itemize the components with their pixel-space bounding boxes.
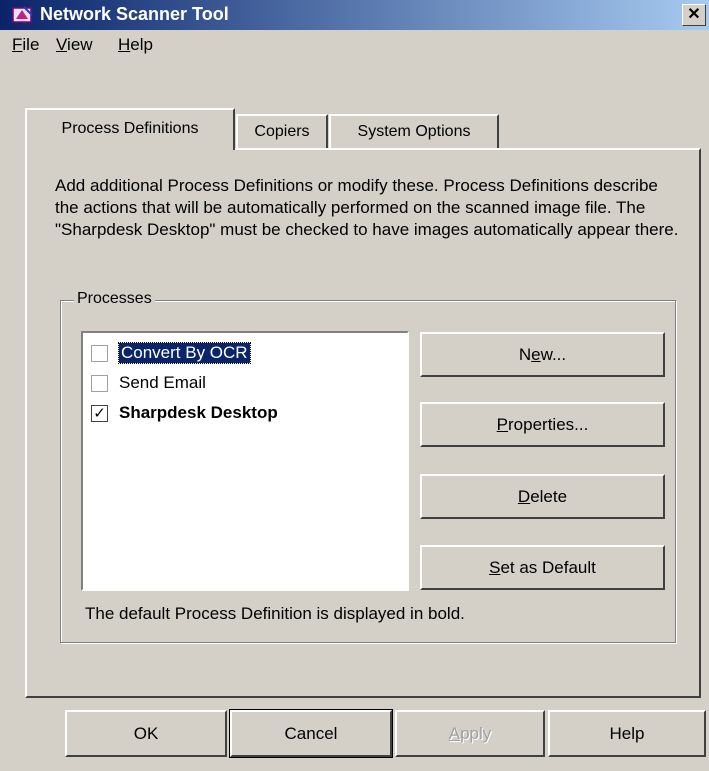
help-button-label: Help bbox=[609, 724, 645, 743]
properties-button-mnemonic: P bbox=[496, 415, 509, 434]
close-button[interactable]: ✕ bbox=[682, 4, 706, 26]
list-item-label: Convert By OCR bbox=[118, 342, 251, 364]
menu-file-mnemonic: F bbox=[12, 35, 23, 54]
checkbox-sharpdesk-desktop[interactable]: ✓ bbox=[91, 405, 108, 422]
checkbox-convert-by-ocr[interactable] bbox=[91, 345, 108, 362]
ok-button-label: OK bbox=[133, 724, 159, 743]
menu-help-label: elp bbox=[130, 35, 153, 54]
new-button[interactable]: New... bbox=[420, 332, 665, 377]
cancel-button[interactable]: Cancel bbox=[229, 709, 393, 758]
menu-view-label: iew bbox=[67, 35, 93, 54]
apply-button[interactable]: Apply bbox=[395, 710, 545, 757]
description-text: Add additional Process Definitions or mo… bbox=[55, 176, 679, 239]
set-default-button-label: et as Default bbox=[500, 558, 596, 577]
checkmark-icon: ✓ bbox=[93, 405, 106, 422]
menu-bar: File View Help bbox=[0, 30, 709, 58]
window-title: Network Scanner Tool bbox=[40, 4, 229, 24]
checkbox-send-email[interactable] bbox=[91, 375, 108, 392]
menu-file[interactable]: File bbox=[12, 35, 39, 55]
cancel-button-label: Cancel bbox=[284, 724, 338, 743]
new-button-mnemonic: e bbox=[531, 345, 541, 364]
tab-copiers-label: Copiers bbox=[254, 123, 310, 140]
set-default-button[interactable]: Set as Default bbox=[420, 545, 665, 590]
tab-copiers[interactable]: Copiers bbox=[236, 114, 328, 148]
tab-system-options-label: System Options bbox=[357, 123, 471, 140]
scanner-app-icon bbox=[12, 6, 33, 23]
process-list[interactable]: Convert By OCR Send Email ✓ Sharpdesk De… bbox=[81, 331, 409, 591]
delete-button-label: elete bbox=[530, 487, 568, 506]
list-item-label: Sharpdesk Desktop bbox=[119, 403, 278, 422]
dialog-window: Network Scanner Tool ✕ File View Help Pr… bbox=[0, 0, 709, 771]
new-button-label-rest: w... bbox=[540, 345, 567, 364]
properties-button-label: roperties... bbox=[508, 415, 589, 434]
delete-button[interactable]: Delete bbox=[420, 474, 665, 519]
menu-view[interactable]: View bbox=[56, 35, 93, 55]
default-note: The default Process Definition is displa… bbox=[85, 604, 465, 623]
title-bar[interactable]: Network Scanner Tool ✕ bbox=[0, 0, 709, 30]
apply-button-mnemonic: A bbox=[448, 724, 461, 743]
tab-process-definitions-label: Process Definitions bbox=[61, 120, 199, 137]
ok-button[interactable]: OK bbox=[65, 710, 227, 757]
tab-process-definitions[interactable]: Process Definitions bbox=[25, 108, 235, 150]
processes-group-label: Processes bbox=[74, 290, 155, 308]
menu-help-mnemonic: H bbox=[118, 35, 131, 54]
menu-view-mnemonic: V bbox=[56, 35, 68, 54]
close-icon: ✕ bbox=[687, 6, 701, 23]
apply-button-label: pply bbox=[460, 724, 492, 743]
menu-help[interactable]: Help bbox=[118, 35, 153, 55]
set-default-button-mnemonic: S bbox=[489, 558, 501, 577]
help-button[interactable]: Help bbox=[548, 710, 706, 757]
list-item-label: Send Email bbox=[119, 373, 206, 392]
tab-system-options[interactable]: System Options bbox=[329, 114, 499, 148]
properties-button[interactable]: Properties... bbox=[420, 402, 665, 447]
menu-file-label: ile bbox=[22, 35, 40, 54]
delete-button-mnemonic: D bbox=[517, 487, 531, 506]
new-button-label: N bbox=[518, 345, 532, 364]
